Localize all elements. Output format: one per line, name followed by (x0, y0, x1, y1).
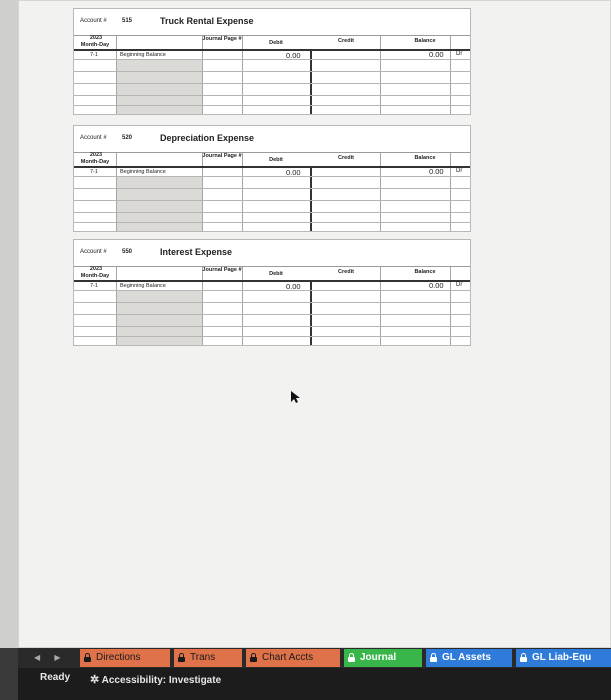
balance-drcr[interactable]: Dr (456, 51, 462, 57)
ledger-520: Account # 520 Depreciation Expense 2023 … (73, 125, 471, 232)
tab-label: GL Liab-Equ (532, 652, 592, 663)
entry-date[interactable]: 7-1 (90, 52, 98, 58)
account-name[interactable]: Depreciation Expense (160, 133, 254, 143)
journal-page-header: Journal Page # (202, 267, 242, 273)
balance-value[interactable]: 0.00 (429, 281, 444, 290)
credit-header: Credit (338, 155, 354, 161)
ledger-grid[interactable]: 2023 Month-Day Journal Page # Debit Cred… (74, 266, 470, 345)
debit-header: Debit (269, 40, 283, 46)
tab-gl-liab-equ[interactable]: GL Liab-Equ (516, 649, 611, 667)
debit-header: Debit (269, 271, 283, 277)
journal-page-header: Journal Page # (202, 153, 242, 159)
account-label: Account # (80, 249, 107, 255)
accessibility-icon: ✲ (90, 674, 100, 686)
debit-value[interactable]: 0.00 (286, 51, 301, 60)
tab-trans[interactable]: Trans (174, 649, 242, 667)
entry-date[interactable]: 7-1 (90, 283, 98, 289)
mouse-cursor-icon (291, 391, 300, 403)
ledger-header: Account # 520 Depreciation Expense (74, 126, 470, 152)
window-left-edge (0, 0, 18, 700)
balance-header: Balance (414, 38, 436, 44)
account-label: Account # (80, 18, 107, 24)
journal-page-header: Journal Page # (202, 36, 242, 42)
balance-drcr[interactable]: Dr (456, 282, 462, 288)
spreadsheet-area[interactable]: Account # 515 Truck Rental Expense 2023 … (18, 0, 611, 648)
status-bar: Ready ✲ Accessibility: Investigate (18, 668, 611, 700)
tab-journal[interactable]: Journal (344, 649, 422, 667)
debit-header: Debit (269, 157, 283, 163)
tab-label: GL Assets (442, 652, 491, 663)
sheet-scroll-arrows-icon[interactable]: ◀ ▶ (34, 653, 67, 662)
account-name[interactable]: Interest Expense (160, 247, 232, 257)
balance-drcr[interactable]: Dr (456, 168, 462, 174)
credit-header: Credit (338, 38, 354, 44)
ledger-header: Account # 550 Interest Expense (74, 240, 470, 266)
ledger-515: Account # 515 Truck Rental Expense 2023 … (73, 8, 471, 115)
lock-icon (84, 653, 91, 662)
date-month-header: Month-Day (80, 42, 110, 48)
sheet-tab-bar: ◀ ▶ Directions Trans Chart Accts Journal… (18, 648, 611, 668)
date-month-header: Month-Day (80, 159, 110, 165)
lock-icon (178, 653, 185, 662)
account-name[interactable]: Truck Rental Expense (160, 16, 254, 26)
window-left-edge-bottom (0, 648, 18, 700)
account-number[interactable]: 515 (122, 18, 132, 24)
balance-header: Balance (414, 155, 436, 161)
tab-label: Trans (190, 652, 216, 663)
account-number[interactable]: 520 (122, 135, 132, 141)
tab-label: Directions (96, 652, 141, 663)
balance-header: Balance (414, 269, 436, 275)
date-year-header: 2023 (89, 152, 103, 158)
entry-item[interactable]: Beginning Balance (120, 52, 166, 58)
status-ready: Ready (40, 672, 71, 683)
lock-icon (348, 653, 355, 662)
accessibility-label: Accessibility: Investigate (101, 675, 222, 686)
tab-gl-assets[interactable]: GL Assets (426, 649, 512, 667)
tab-label: Chart Accts (262, 652, 314, 663)
entry-date[interactable]: 7-1 (90, 169, 98, 175)
date-year-header: 2023 (89, 266, 103, 272)
account-number[interactable]: 550 (122, 249, 132, 255)
date-month-header: Month-Day (80, 273, 110, 279)
ledger-header: Account # 515 Truck Rental Expense (74, 9, 470, 35)
credit-header: Credit (338, 269, 354, 275)
balance-value[interactable]: 0.00 (429, 167, 444, 176)
account-label: Account # (80, 135, 107, 141)
tab-label: Journal (360, 652, 397, 663)
ledger-550: Account # 550 Interest Expense 2023 Mont… (73, 239, 471, 346)
balance-value[interactable]: 0.00 (429, 50, 444, 59)
debit-value[interactable]: 0.00 (286, 168, 301, 177)
lock-icon (520, 653, 527, 662)
tab-chart-accts[interactable]: Chart Accts (246, 649, 340, 667)
entry-item[interactable]: Beginning Balance (120, 169, 166, 175)
ledger-grid[interactable]: 2023 Month-Day Journal Page # Debit Cred… (74, 152, 470, 231)
lock-icon (430, 653, 437, 662)
date-year-header: 2023 (89, 35, 103, 41)
entry-item[interactable]: Beginning Balance (120, 283, 166, 289)
debit-value[interactable]: 0.00 (286, 282, 301, 291)
ledger-grid[interactable]: 2023 Month-Day Journal Page # Debit Cred… (74, 35, 470, 114)
lock-icon (250, 653, 257, 662)
tab-directions[interactable]: Directions (80, 649, 170, 667)
accessibility-status[interactable]: ✲ Accessibility: Investigate (90, 673, 221, 686)
